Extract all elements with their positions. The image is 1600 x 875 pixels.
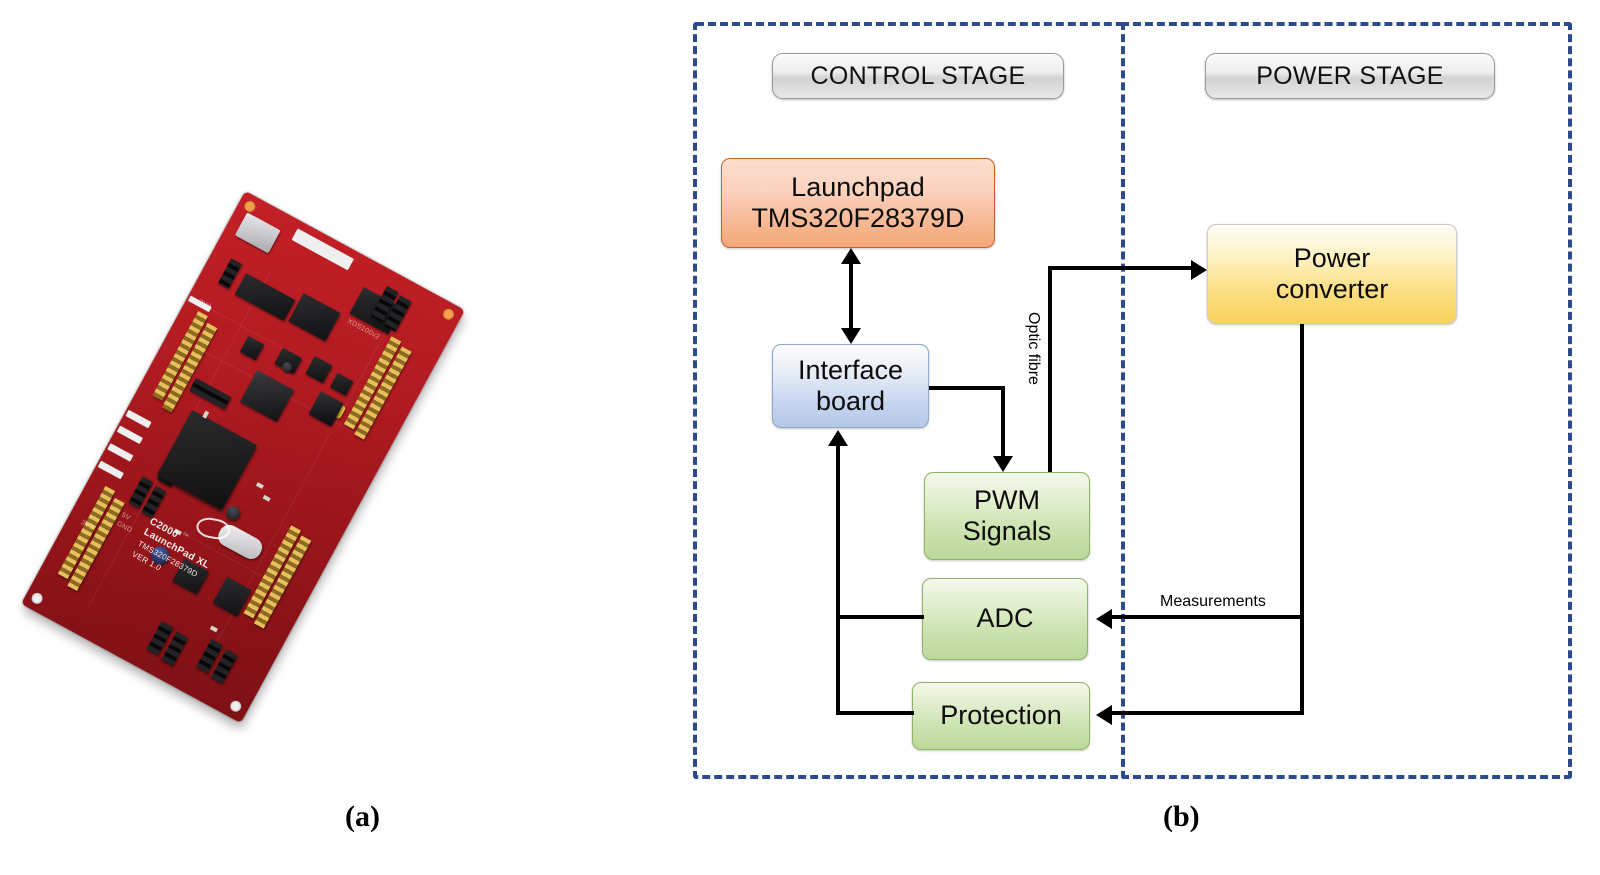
node-converter-line1: Power xyxy=(1293,242,1371,273)
edge-converter-protection-h xyxy=(1112,711,1304,715)
node-adc[interactable]: ADC xyxy=(922,578,1088,660)
edge-label-optic-fibre: Optic fibre xyxy=(1025,312,1042,385)
node-pwm-line2: Signals xyxy=(962,516,1052,546)
node-pwm-signals[interactable]: PWM Signals xyxy=(924,472,1090,560)
figure-caption-b: (b) xyxy=(1163,800,1200,833)
edge-label-measurements: Measurements xyxy=(1160,593,1266,610)
node-interface-board[interactable]: Interface board xyxy=(772,344,929,428)
arrowhead-left-adc xyxy=(1096,609,1112,629)
node-interface-line2: board xyxy=(815,386,886,416)
node-power-converter[interactable]: Power converter xyxy=(1207,224,1457,324)
edge-adc-interface-h xyxy=(836,615,924,619)
block-diagram: CONTROL STAGE POWER STAGE Launchpad TMS3… xyxy=(660,0,1600,800)
silk-tm: ™ xyxy=(179,531,190,542)
node-interface-line1: Interface xyxy=(797,354,904,385)
pcb-body: C2000 ™ LaunchPad XL TMS320F28379D VER 1… xyxy=(21,190,465,724)
pcb-illustration: C2000 ™ LaunchPad XL TMS320F28379D VER 1… xyxy=(0,150,660,750)
jumper-header[interactable] xyxy=(218,258,242,289)
silk-pin-gnd: GND xyxy=(115,520,134,535)
node-protection-label: Protection xyxy=(940,700,1062,731)
node-launchpad[interactable]: Launchpad TMS320F28379D xyxy=(721,158,995,248)
mcu-chip xyxy=(156,410,258,511)
power-stage-label: POWER STAGE xyxy=(1205,53,1495,99)
edge-converter-adc-h xyxy=(1112,615,1304,619)
node-launchpad-line2: TMS320F28379D xyxy=(751,203,965,233)
power-stage-boundary xyxy=(1121,22,1572,779)
arrowhead-down-interface xyxy=(841,328,861,344)
arrowhead-right-converter xyxy=(1191,260,1207,280)
arrowhead-up-launchpad xyxy=(841,248,861,264)
arrowhead-up-interface xyxy=(828,430,848,446)
node-adc-label: ADC xyxy=(976,603,1034,634)
control-stage-label: CONTROL STAGE xyxy=(772,53,1064,99)
edge-converter-protection-v xyxy=(1300,615,1304,715)
c2000-launchpad-xl-photo: C2000 ™ LaunchPad XL TMS320F28379D VER 1… xyxy=(0,150,660,750)
figure-caption-a: (a) xyxy=(345,800,380,833)
silk-pin-5v: 5V xyxy=(120,511,132,523)
arrowhead-down-pwm xyxy=(993,456,1013,472)
node-converter-line2: converter xyxy=(1275,274,1389,304)
usb-connector xyxy=(234,212,281,254)
node-launchpad-line1: Launchpad xyxy=(791,171,925,202)
mounting-hole xyxy=(242,198,258,214)
edge-converter-measure-v xyxy=(1300,324,1304,616)
edge-pwm-optic-v xyxy=(1048,266,1052,472)
power-stage-label-text: POWER STAGE xyxy=(1256,61,1444,90)
arrowhead-left-protection xyxy=(1096,705,1112,725)
control-stage-label-text: CONTROL STAGE xyxy=(810,61,1026,90)
node-protection[interactable]: Protection xyxy=(912,682,1090,750)
edge-optic-to-converter-h xyxy=(1048,266,1193,270)
edge-protection-interface-h xyxy=(836,711,914,715)
edge-launchpad-interface xyxy=(849,262,853,332)
edge-interface-pwm-h xyxy=(929,386,1005,390)
edge-feedback-interface-v xyxy=(836,446,840,715)
figure-panel-b: CONTROL STAGE POWER STAGE Launchpad TMS3… xyxy=(660,0,1600,875)
node-pwm-line1: PWM xyxy=(974,484,1040,515)
figure-panel-a: C2000 ™ LaunchPad XL TMS320F28379D VER 1… xyxy=(0,0,660,875)
mounting-hole xyxy=(441,306,456,322)
edge-interface-pwm-v xyxy=(1001,386,1005,456)
